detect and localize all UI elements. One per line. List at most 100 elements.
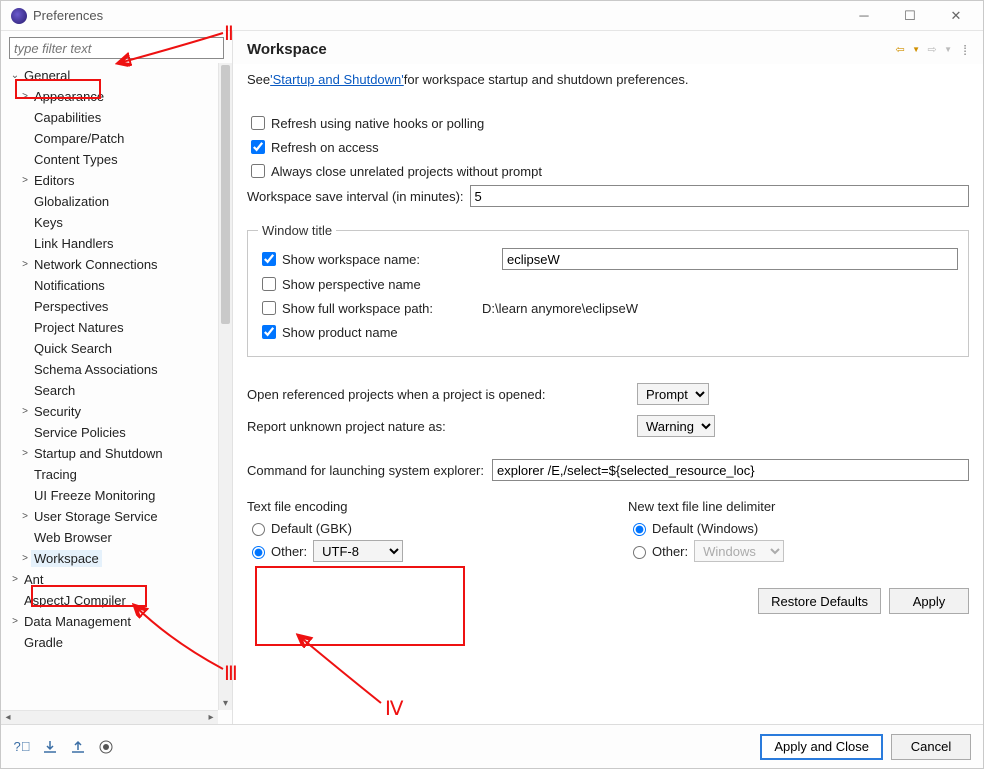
chevron-right-icon[interactable]: > <box>9 574 21 585</box>
tree-item-label: Security <box>31 403 84 420</box>
open-referenced-select[interactable]: Prompt <box>637 383 709 405</box>
record-icon[interactable] <box>97 738 115 756</box>
page-title: Workspace <box>247 41 891 58</box>
tree-vertical-scrollbar[interactable]: ▴ ▾ <box>218 63 232 710</box>
tree-item[interactable]: ⌄General <box>5 65 218 86</box>
tree-item[interactable]: Project Natures <box>5 317 218 338</box>
tree-item[interactable]: Compare/Patch <box>5 128 218 149</box>
tree-item[interactable]: >User Storage Service <box>5 506 218 527</box>
tree-item[interactable]: UI Freeze Monitoring <box>5 485 218 506</box>
tree-horizontal-scrollbar[interactable]: ◂ ▸ <box>1 710 218 724</box>
chevron-down-icon[interactable]: ⌄ <box>9 70 21 81</box>
titlebar: Preferences ─ ☐ ✕ <box>1 1 983 31</box>
tree-item[interactable]: Schema Associations <box>5 359 218 380</box>
show-product-checkbox[interactable] <box>262 325 276 339</box>
refresh-access-checkbox[interactable] <box>251 140 265 154</box>
tree-item[interactable]: Web Browser <box>5 527 218 548</box>
nav-back-icon[interactable]: ⇦ <box>893 43 907 57</box>
chevron-right-icon[interactable]: > <box>19 448 31 459</box>
close-unrelated-label: Always close unrelated projects without … <box>271 164 542 179</box>
tree-item[interactable]: >Security <box>5 401 218 422</box>
line-delimiter-legend: New text file line delimiter <box>628 499 969 514</box>
chevron-right-icon[interactable]: > <box>19 259 31 270</box>
text-encoding-group: Text file encoding Default (GBK) Other: … <box>247 499 588 566</box>
preferences-tree-panel: ⌄General>AppearanceCapabilitiesCompare/P… <box>1 31 233 724</box>
tree-item-label: UI Freeze Monitoring <box>31 487 158 504</box>
tree-item[interactable]: >Data Management <box>5 611 218 632</box>
tree-item[interactable]: Content Types <box>5 149 218 170</box>
maximize-button[interactable]: ☐ <box>887 1 933 31</box>
tree-item[interactable]: Quick Search <box>5 338 218 359</box>
tree-item[interactable]: >Ant <box>5 569 218 590</box>
chevron-right-icon[interactable]: > <box>19 406 31 417</box>
tree-item[interactable]: Keys <box>5 212 218 233</box>
tree-item[interactable]: Capabilities <box>5 107 218 128</box>
tree-item[interactable]: Globalization <box>5 191 218 212</box>
tree-item[interactable]: Perspectives <box>5 296 218 317</box>
encoding-other-select[interactable]: UTF-8 <box>313 540 403 562</box>
tree-item-label: Web Browser <box>31 529 115 546</box>
chevron-right-icon[interactable]: > <box>19 175 31 186</box>
filter-input[interactable] <box>9 37 224 59</box>
show-full-path-checkbox[interactable] <box>262 301 276 315</box>
delimiter-default-radio[interactable] <box>633 523 646 536</box>
report-nature-select[interactable]: Warning <box>637 415 715 437</box>
tree-item-label: Service Policies <box>31 424 129 441</box>
tree-item[interactable]: Tracing <box>5 464 218 485</box>
chevron-right-icon[interactable]: > <box>19 91 31 102</box>
apply-and-close-button[interactable]: Apply and Close <box>760 734 883 760</box>
tree-item-label: Appearance <box>31 88 107 105</box>
export-icon[interactable] <box>69 738 87 756</box>
save-interval-label: Workspace save interval (in minutes): <box>247 189 464 204</box>
minimize-button[interactable]: ─ <box>841 1 887 31</box>
scroll-down-icon[interactable]: ▾ <box>219 696 232 710</box>
chevron-right-icon[interactable]: > <box>9 616 21 627</box>
encoding-other-radio[interactable] <box>252 546 265 559</box>
tree-item[interactable]: Link Handlers <box>5 233 218 254</box>
scroll-thumb[interactable] <box>221 65 230 324</box>
encoding-default-radio[interactable] <box>252 523 265 536</box>
close-button[interactable]: ✕ <box>933 1 979 31</box>
tree-item-label: Perspectives <box>31 298 111 315</box>
refresh-native-checkbox[interactable] <box>251 116 265 130</box>
system-explorer-cmd-label: Command for launching system explorer: <box>247 463 484 478</box>
workspace-name-input[interactable] <box>502 248 958 270</box>
tree-item[interactable]: >Startup and Shutdown <box>5 443 218 464</box>
import-icon[interactable] <box>41 738 59 756</box>
text-encoding-legend: Text file encoding <box>247 499 588 514</box>
tree-item-label: AspectJ Compiler <box>21 592 129 609</box>
delimiter-other-radio[interactable] <box>633 546 646 559</box>
tree-item[interactable]: AspectJ Compiler <box>5 590 218 611</box>
scroll-left-icon[interactable]: ◂ <box>1 711 15 724</box>
startup-shutdown-link[interactable]: 'Startup and Shutdown' <box>270 72 404 87</box>
close-unrelated-checkbox[interactable] <box>251 164 265 178</box>
chevron-right-icon[interactable]: > <box>19 553 31 564</box>
tree-item-label: Capabilities <box>31 109 104 126</box>
apply-button[interactable]: Apply <box>889 588 969 614</box>
save-interval-input[interactable] <box>470 185 969 207</box>
chevron-right-icon[interactable]: > <box>19 511 31 522</box>
tree-item[interactable]: >Appearance <box>5 86 218 107</box>
tree-item[interactable]: Notifications <box>5 275 218 296</box>
system-explorer-cmd-input[interactable] <box>492 459 969 481</box>
nav-back-menu-icon[interactable]: ▼ <box>909 43 923 57</box>
show-perspective-checkbox[interactable] <box>262 277 276 291</box>
tree-item-label: Schema Associations <box>31 361 161 378</box>
preferences-tree[interactable]: ⌄General>AppearanceCapabilitiesCompare/P… <box>1 63 218 710</box>
tree-item[interactable]: >Network Connections <box>5 254 218 275</box>
cancel-button[interactable]: Cancel <box>891 734 971 760</box>
scroll-right-icon[interactable]: ▸ <box>204 711 218 724</box>
window-title-group: Window title Show workspace name: Show p… <box>247 223 969 357</box>
help-icon[interactable]: ?⃝ <box>13 738 31 756</box>
tree-item[interactable]: >Workspace <box>5 548 218 569</box>
app-icon <box>11 8 27 24</box>
restore-defaults-button[interactable]: Restore Defaults <box>758 588 881 614</box>
nav-forward-icon: ⇨ <box>925 43 939 57</box>
tree-item[interactable]: Service Policies <box>5 422 218 443</box>
tree-item[interactable]: Search <box>5 380 218 401</box>
page-menu-icon[interactable]: ⁞ <box>963 42 969 58</box>
tree-item[interactable]: Gradle <box>5 632 218 653</box>
tree-item[interactable]: >Editors <box>5 170 218 191</box>
show-workspace-name-checkbox[interactable] <box>262 252 276 266</box>
page-content: See 'Startup and Shutdown' for workspace… <box>233 64 983 724</box>
